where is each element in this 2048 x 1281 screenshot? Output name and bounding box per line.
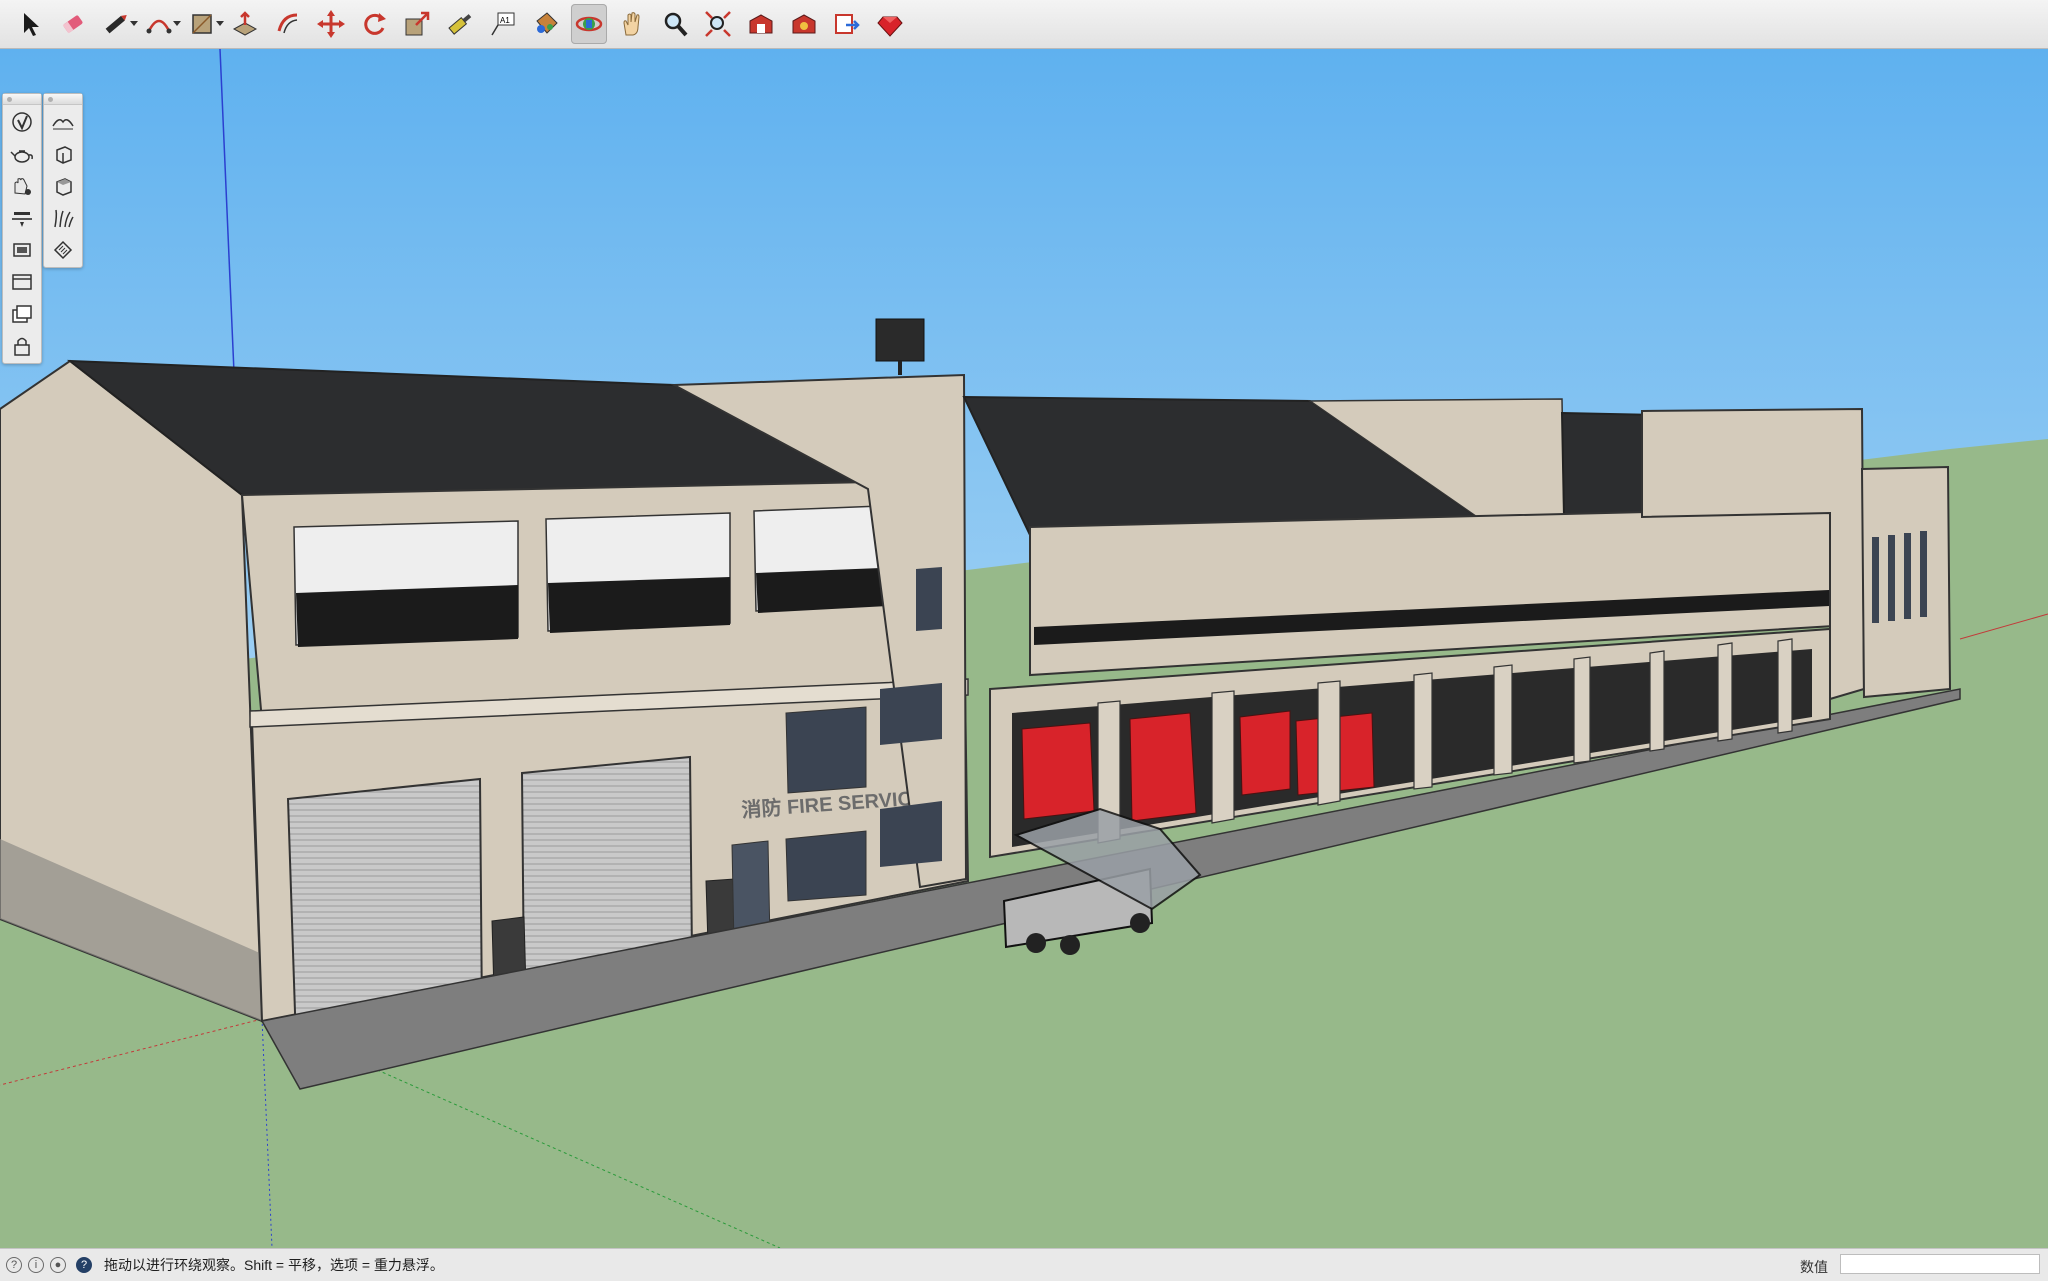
scale-icon: [405, 11, 430, 36]
extension-manager-tool-button[interactable]: [872, 4, 908, 44]
status-bar: ? i ● ? 拖动以进行环绕观察。Shift = 平移，选项 = 重力悬浮。 …: [0, 1248, 2048, 1281]
window-frame-icon: [12, 274, 32, 290]
arc-icon: [146, 19, 172, 34]
palette-tool-7-button[interactable]: [6, 299, 38, 329]
chevron-down-icon[interactable]: [216, 21, 224, 26]
tower-window-2: [880, 683, 942, 745]
model-scene[interactable]: 消防 FIRE SERVICES: [0, 49, 2048, 1248]
tower-window-3: [880, 801, 942, 867]
extension-warehouse-icon: [792, 14, 816, 34]
arrow-cursor-icon: [24, 13, 39, 36]
fire-truck-1: [1021, 722, 1095, 820]
palette-tool-4-button[interactable]: [6, 203, 38, 233]
teapot-icon: [10, 150, 33, 163]
left-tool-palette: [2, 93, 42, 364]
pan-tool-button[interactable]: [614, 4, 650, 44]
rotate-icon: [364, 13, 386, 35]
palette-tool-9-button[interactable]: [47, 107, 79, 137]
zoom-extents-tool-button[interactable]: [700, 4, 736, 44]
palette-tool-13-button[interactable]: [47, 235, 79, 265]
eraser-icon: [62, 15, 83, 34]
rectangle-icon: [192, 14, 212, 34]
balcony-rail-1: [296, 585, 518, 647]
move-tool-button[interactable]: [313, 4, 349, 44]
balcony-rail-2: [548, 577, 730, 633]
palette-tool-11-button[interactable]: [47, 171, 79, 201]
push-pull-icon: [232, 11, 258, 36]
v-check-icon: [12, 112, 32, 132]
main-toolbar: A1: [0, 0, 2048, 49]
palette-tool-5-button[interactable]: [6, 235, 38, 265]
model-viewport[interactable]: 消防 FIRE SERVICES: [0, 49, 2048, 1248]
scale-tool-button[interactable]: [399, 4, 435, 44]
palette-grip[interactable]: [44, 94, 82, 105]
palette-tool-6-button[interactable]: [6, 267, 38, 297]
offset-tool-button[interactable]: [270, 4, 306, 44]
hatch-tag-icon: [53, 240, 73, 260]
entrance-window-2: [785, 830, 867, 902]
measurements-input[interactable]: [1840, 1254, 2040, 1274]
arc-tool-button[interactable]: [141, 4, 181, 44]
zoom-extents-icon: [705, 11, 731, 37]
palette-grip[interactable]: [3, 94, 41, 105]
text-tool-button[interactable]: A1: [485, 4, 521, 44]
palette-tool-1-button[interactable]: [6, 107, 38, 137]
palette-tool-10-button[interactable]: [47, 139, 79, 169]
push-pull-tool-button[interactable]: [227, 4, 263, 44]
palette-tool-8-button[interactable]: [6, 331, 38, 361]
paint-hand-icon: [14, 178, 31, 195]
rectangle-tool-button[interactable]: [184, 4, 224, 44]
send-to-layout-tool-button[interactable]: [829, 4, 865, 44]
eraser-tool-button[interactable]: [55, 4, 91, 44]
tower-window-1: [916, 567, 942, 631]
paint-bucket-icon: [536, 12, 558, 34]
send-to-layout-icon: [835, 14, 860, 34]
orbit-icon: [575, 16, 603, 32]
grass-icon: [54, 209, 74, 228]
status-message: 拖动以进行环绕观察。Shift = 平移，选项 = 重力悬浮。: [104, 1257, 444, 1273]
box-top-icon: [56, 178, 72, 196]
text-label-icon: A1: [491, 12, 515, 36]
instructor-icon[interactable]: ?: [76, 1257, 92, 1273]
entrance-window-1: [785, 706, 867, 794]
user-icon[interactable]: ●: [50, 1257, 66, 1273]
palette-tool-3-button[interactable]: [6, 171, 38, 201]
warehouse-icon: [749, 14, 773, 34]
palette-tool-12-button[interactable]: [47, 203, 79, 233]
measurements-label: 数值: [1800, 1259, 1828, 1275]
orbit-tool-button[interactable]: [571, 4, 607, 44]
right-tool-palette: [43, 93, 83, 268]
line-tool-button[interactable]: [98, 4, 138, 44]
sandbox-terrain-icon: [52, 119, 74, 130]
siren: [875, 318, 925, 362]
rotate-tool-button[interactable]: [356, 4, 392, 44]
fire-truck-2: [1129, 712, 1197, 822]
section-plane-icon: [12, 212, 32, 227]
stacked-windows-icon: [12, 305, 32, 323]
fire-truck-3: [1239, 710, 1291, 796]
warehouse-tool-button[interactable]: [743, 4, 779, 44]
section-fill-icon: [13, 243, 31, 257]
extension-warehouse-tool-button[interactable]: [786, 4, 822, 44]
pencil-icon: [105, 15, 127, 34]
box-front-icon: [56, 146, 72, 164]
tape-measure-icon: [448, 14, 472, 35]
zoom-tool-button[interactable]: [657, 4, 693, 44]
svg-text:A1: A1: [500, 16, 510, 25]
magnifier-icon: [664, 12, 688, 37]
info-icon[interactable]: i: [28, 1257, 44, 1273]
chevron-down-icon[interactable]: [130, 21, 138, 26]
tape-measure-tool-button[interactable]: [442, 4, 478, 44]
select-tool-button[interactable]: [12, 4, 48, 44]
help-icon[interactable]: ?: [6, 1257, 22, 1273]
palette-tool-2-button[interactable]: [6, 139, 38, 169]
ruby-gem-icon: [877, 16, 903, 37]
chevron-down-icon[interactable]: [173, 21, 181, 26]
hand-icon: [623, 12, 640, 36]
move-arrows-icon: [317, 10, 345, 38]
lock-icon: [14, 337, 30, 356]
paint-bucket-tool-button[interactable]: [528, 4, 564, 44]
offset-icon: [277, 13, 298, 34]
